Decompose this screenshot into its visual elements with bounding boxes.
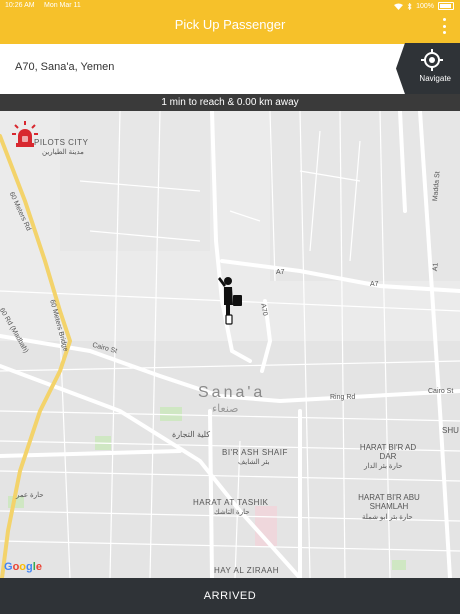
map-label-harat-at-tashik: HARAT AT TASHIK (193, 498, 269, 507)
map-city-name-ar: صنعاء (212, 403, 239, 415)
passenger-icon (218, 277, 242, 325)
map-label-harat-bir-abu-shamlah: HARAT BI'R ABU SHAMLAH (358, 493, 420, 511)
status-bar: 10:26 AM Mon Mar 11 100% (0, 0, 460, 13)
wifi-icon (394, 3, 404, 10)
address-bar: A70, Sana'a, Yemen (0, 44, 460, 94)
map-label-pilots-city: PILOTS CITY (34, 138, 89, 147)
battery-icon (438, 2, 454, 10)
map-label-a7-b: A7 (370, 281, 379, 288)
map-label-harat-bir-ad-dar: HARAT BI'R AD DAR (359, 443, 417, 461)
google-logo: Google (4, 561, 42, 573)
arrived-button[interactable]: ARRIVED (0, 578, 460, 614)
battery-percent: 100% (416, 2, 434, 10)
target-icon[interactable] (420, 48, 444, 72)
status-date: Mon Mar 11 (44, 2, 81, 9)
map-label-college: كلية التجارة (172, 430, 211, 439)
app-header: 10:26 AM Mon Mar 11 100% Pick Up Passeng… (0, 0, 460, 44)
page-title: Pick Up Passenger (174, 17, 286, 32)
map-label-a1: A1 (432, 262, 440, 272)
bluetooth-icon (407, 2, 412, 10)
map-label-harat-bir-abu-shamlah-ar: حارة بئر ابو شملة (362, 514, 413, 521)
map-label-bir-ash-shaif-ar: بئر الشايف (238, 459, 270, 466)
map-label-harat-bir-ad-dar-ar: حارة بئر الدار (364, 463, 403, 470)
navigate-label[interactable]: Navigate (419, 74, 451, 83)
map-label-shu: SHU (442, 426, 459, 435)
pickup-address: A70, Sana'a, Yemen (15, 61, 115, 73)
map-label-harat-omar: حارة عمر (16, 492, 44, 499)
map-city-name: Sana'a (198, 384, 266, 401)
status-time: 10:26 AM (5, 2, 35, 9)
status-right: 100% (394, 2, 454, 10)
map-label-bir-ash-shaif: BI'R ASH SHAIF (222, 448, 288, 457)
map-label-a7: A7 (276, 269, 285, 276)
map-label-harat-at-tashik-ar: حارة التاشك (214, 509, 250, 516)
eta-bar: 1 min to reach & 0.00 km away (0, 94, 460, 111)
map-label-pilots-city-ar: مدينة الطيارين (42, 149, 84, 156)
map-label-hay-al-ziraah: HAY AL ZIRAAH (214, 566, 280, 575)
more-vertical-icon[interactable] (440, 18, 448, 34)
map-label-ring-rd: Ring Rd (330, 394, 356, 401)
map-label-cairo-st-east: Cairo St (428, 388, 454, 395)
map-view[interactable]: PILOTS CITY مدينة الطيارين 60 Meters Rd … (0, 111, 460, 578)
